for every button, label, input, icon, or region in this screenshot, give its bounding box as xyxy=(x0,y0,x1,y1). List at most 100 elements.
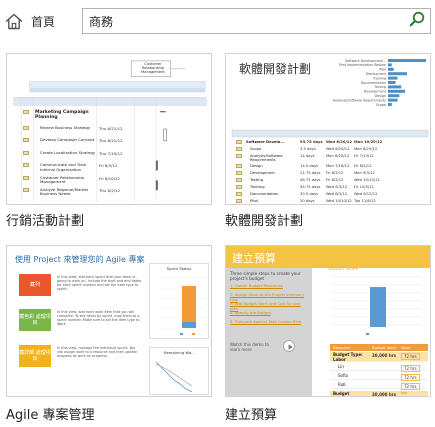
chart-category-label: Post Implementation Review xyxy=(339,63,386,67)
task-duration: 20 days xyxy=(300,199,315,203)
note-icon xyxy=(236,154,242,158)
task-start: Wed 6/20/12 xyxy=(326,147,350,151)
tile-label: 建立預算 xyxy=(225,408,278,423)
task-finish: Fri 10/5/12 xyxy=(354,185,374,189)
note-icon xyxy=(23,163,29,168)
sprint-status-chart: Sprint Status xyxy=(149,263,209,339)
template-tile-agile[interactable]: 使用 Project 來管理您的 Agile 專案 藏列 藏色彩 處理項目 藏詳… xyxy=(6,245,212,423)
task-start: Fri 8/3/12 xyxy=(326,178,344,182)
magnifier-icon xyxy=(409,11,425,31)
note-icon xyxy=(23,175,29,180)
chart-bar xyxy=(388,85,402,89)
tile-label: 軟體開發計劃 xyxy=(225,214,304,229)
work-value xyxy=(401,392,407,394)
chart-bar xyxy=(388,63,392,67)
home-label: 首頁 xyxy=(31,14,56,29)
task-finish: Fri 7/13/12 xyxy=(354,154,374,158)
step-link: 1. Create Budget Resources xyxy=(230,283,283,288)
chart-bar xyxy=(388,59,426,62)
chart-category-label: Software Development... xyxy=(345,59,386,63)
tile-label: 行銷活動計劃 xyxy=(6,214,85,229)
task-start: Fri 8/3/12 xyxy=(326,171,344,175)
work-value: 72 hrs xyxy=(401,353,420,360)
work-value: 72 hrs xyxy=(401,383,420,390)
task-start: Thu 8/2/12 xyxy=(99,188,121,193)
note-icon xyxy=(236,185,242,189)
table-header-cell: Budget Work xyxy=(372,345,397,350)
template-thumbnail: 軟體開發計劃 Software Development... Post Imple… xyxy=(225,53,431,205)
task-name: Testing xyxy=(250,178,263,182)
chart-category-label: Analysis/Software Requirements xyxy=(333,98,386,102)
task-start: Mon 6/25/12 xyxy=(326,154,350,158)
task-start: Thu 7/19/12 xyxy=(99,150,123,156)
work-value: 72 hrs xyxy=(401,365,420,372)
chart-bar xyxy=(388,103,392,106)
template-thumbnail: 使用 Project 來管理您的 Agile 專案 藏列 藏色彩 處理項目 藏詳… xyxy=(6,245,212,397)
duration-bar-chart: Software Development...Post Implementati… xyxy=(231,59,429,138)
task-duration: 21.75 days xyxy=(300,171,321,175)
table-header xyxy=(231,129,429,138)
template-thumbnail: 建立預算 Three simple steps to create your p… xyxy=(225,245,431,397)
chart-bar xyxy=(388,67,394,71)
task-name: Marketing Campaign Planning xyxy=(35,110,89,120)
template-tile-software[interactable]: 軟體開發計劃 Software Development... Post Imple… xyxy=(225,53,431,231)
step-link: 4. Specify the Budget xyxy=(230,310,271,315)
home-button[interactable]: 首頁 xyxy=(5,10,55,32)
task-name: Communicate and Train Internal Organizat… xyxy=(40,162,87,172)
resource-name: Rob xyxy=(338,382,346,387)
note-icon xyxy=(236,171,242,175)
task-name: Scope xyxy=(250,147,262,151)
budget-work-chart xyxy=(332,276,422,335)
task-start: Wed 8/3/12 xyxy=(326,185,348,189)
task-name: Create Localization Strategy xyxy=(40,149,96,155)
step-link: 5. Compare against Task custom field xyxy=(230,319,302,324)
budget-work: 30,000 hrs xyxy=(372,353,397,358)
planning-box: 藏詳細 處理項目 xyxy=(19,345,51,367)
chart-category-label: Deployment xyxy=(366,72,387,76)
task-duration: 30.5 days xyxy=(300,192,319,196)
note-icon xyxy=(236,147,242,151)
task-duration: 45.75 days xyxy=(300,185,321,189)
task-name: Documentation xyxy=(250,192,279,196)
note-icon xyxy=(236,192,242,196)
task-finish: Mon 6/25/12 xyxy=(354,147,378,151)
resource-name: Budget Type: Labor xyxy=(333,352,363,362)
task-name: Develop Campaign Concept xyxy=(40,137,95,143)
template-tile-budget[interactable]: 建立預算 Three simple steps to create your p… xyxy=(225,245,431,423)
chart-bar xyxy=(388,98,398,102)
search-input[interactable] xyxy=(89,12,389,30)
task-duration: 14.5 days xyxy=(300,164,319,168)
task-finish: Mon 9/3/12 xyxy=(354,171,375,175)
steps-heading: Three simple steps to create your projec… xyxy=(230,271,301,281)
task-name: Design xyxy=(250,164,263,168)
task-start: Thu 6/21/12 xyxy=(99,126,123,131)
note-icon xyxy=(236,178,242,182)
search-button[interactable] xyxy=(406,10,428,32)
steps-panel: Three simple steps to create your projec… xyxy=(226,268,312,396)
template-thumbnail: Customer Relationship Management Marketi… xyxy=(6,53,212,205)
search-box xyxy=(82,8,431,34)
task-start: Wed 8/3/12 xyxy=(326,192,348,196)
task-name: Pilot xyxy=(250,199,258,203)
chart-category-label: Pilot xyxy=(379,68,387,72)
chart-bar xyxy=(388,89,406,93)
template-tile-marketing[interactable]: Customer Relationship Management Marketi… xyxy=(6,53,212,231)
info-box-text: Customer Relationship Management xyxy=(141,62,165,75)
watch-demo-text: Watch this demo to learn more xyxy=(230,342,269,352)
task-finish: Fri 8/3/12 xyxy=(354,164,372,168)
task-name: Training xyxy=(250,185,265,189)
task-start: Thu 6/21/12 xyxy=(99,138,123,144)
task-duration: 48.75 days xyxy=(300,178,321,182)
resource-name: Sofia xyxy=(338,373,348,378)
task-start: Wed 10/10/12 xyxy=(326,199,352,203)
resource-name: Budget xyxy=(333,391,350,396)
box-description: In this view, add each work item that yo… xyxy=(57,310,140,327)
table-header-cell: Resource xyxy=(333,345,351,350)
table-header-cell: Work xyxy=(401,345,411,350)
backlog-box: 藏色彩 處理項目 xyxy=(19,309,51,331)
chart-category-label: Testing xyxy=(373,85,386,89)
play-icon[interactable] xyxy=(283,340,295,352)
thumb-title: 建立預算 xyxy=(232,252,276,265)
chart-bar xyxy=(388,72,407,76)
chart-category-label: Training xyxy=(372,76,386,80)
